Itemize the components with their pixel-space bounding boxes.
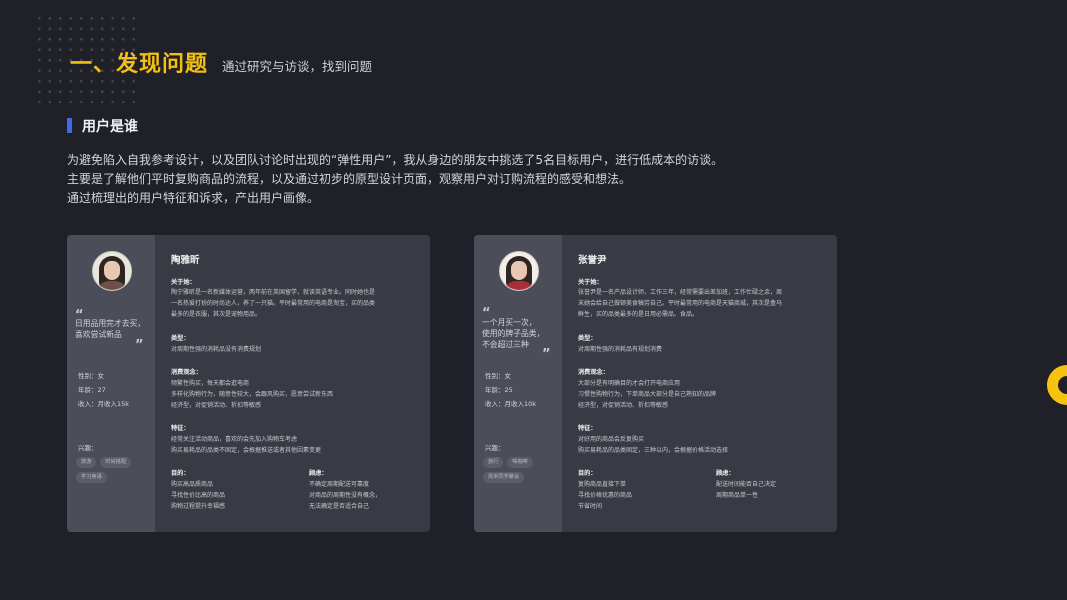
view-text: 大部分是有明确目的才会打开电商应用 习惯性购物行为，下单商品大部分是自己熟知的品… — [578, 380, 717, 409]
ring-decoration — [1047, 365, 1067, 405]
intro-line: 通过梳理出的用户特征和诉求，产出用户画像。 — [67, 191, 320, 205]
trait-text: 经常关注活动商品，喜欢的会先加入购物车考虑 购买易耗品的品类不固定，会根据推送或… — [171, 436, 322, 454]
about-text: 陶宁雅昕是一名新媒体运营，两年前在英国留学，就读英语专业。同时她也是 一名热爱打… — [171, 289, 376, 318]
goal-label: 目的： — [578, 470, 597, 477]
type-text: 对周期性强的消耗品没有消费规划 — [171, 346, 262, 353]
hobby-tag: 旅游 — [76, 457, 97, 468]
intro-line: 主要是了解他们平时复购商品的流程，以及通过初步的原型设计页面，观察用户对订购流程… — [67, 172, 632, 186]
goal-label: 目的： — [171, 470, 190, 477]
persona-name: 陶雅昕 — [171, 255, 200, 266]
hobby-tags: 旅行 喝咖啡 周末同学聚会 — [483, 457, 559, 483]
type-label: 类型： — [578, 335, 597, 342]
trait-text: 对好用的商品会反复购买 购买易耗品的品类固定，三种以内，会根据价格活动选择 — [578, 436, 729, 454]
goal-text: 复购商品直接下单 寻找价格优惠的商品 节省时间 — [578, 481, 633, 510]
section-title: 用户是谁 — [82, 119, 138, 135]
persona-card: “ 一个月买一次， 使用的牌子品类， 不会超过三种 ” 性别：女 年龄：25 收… — [474, 235, 837, 532]
persona-income: 收入：月收入10k — [485, 400, 537, 408]
type-text: 对周期性强的消耗品有规划消费 — [578, 346, 663, 353]
worry-label: 顾虑： — [309, 470, 328, 477]
view-label: 消费观念： — [578, 369, 609, 376]
goal-text: 购买高品质商品 寻找性价比高的商品 购物过程提升幸福感 — [171, 481, 226, 510]
intro-text: 为避免陷入自我参考设计，以及团队讨论时出现的“弹性用户”，我从身边的朋友中挑选了… — [67, 151, 827, 208]
hobby-tag: 旅行 — [483, 457, 504, 468]
about-text: 张誉尹是一名产品设计师，工作三年，经常需要出差加班，工作忙碌之余，周 末她会给自… — [578, 289, 783, 318]
trait-label: 特征： — [578, 425, 597, 432]
persona-gender: 性别：女 — [485, 372, 511, 380]
persona-details: 陶雅昕 关于她： 陶宁雅昕是一名新媒体运营，两年前在英国留学，就读英语专业。同时… — [171, 235, 421, 532]
type-label: 类型： — [171, 335, 190, 342]
worry-label: 顾虑： — [716, 470, 735, 477]
hobby-tags: 旅游 时尚搭配 学习英语 — [76, 457, 152, 483]
worry-text: 不确定周期配送可靠度 对商品的周期性没有概念， 无法确定是否适合自己 — [309, 481, 382, 510]
avatar — [92, 251, 132, 291]
quote-close-icon: ” — [542, 347, 551, 362]
persona-age: 年龄：25 — [485, 386, 513, 394]
persona-name: 张誉尹 — [578, 255, 607, 266]
intro-line: 为避免陷入自我参考设计，以及团队讨论时出现的“弹性用户”，我从身边的朋友中挑选了… — [67, 153, 724, 167]
hobby-tag: 周末同学聚会 — [483, 472, 525, 483]
view-text: 频繁性购买，每天都会逛电商 多样化购物行为，随意性较大，会跟风购买，愿意尝试新东… — [171, 380, 334, 409]
persona-card: “ 日用品用完才去买， 喜欢尝试新品 ” 性别：女 年龄：27 收入：月收入15… — [67, 235, 430, 532]
about-label: 关于她： — [578, 279, 603, 286]
worry-text: 配送时间能否自己决定 周期商品单一性 — [716, 481, 777, 499]
hobby-tag: 喝咖啡 — [507, 457, 533, 468]
hobby-tag: 时尚搭配 — [100, 457, 132, 468]
section-marker — [67, 118, 72, 133]
quote-close-icon: ” — [135, 338, 144, 353]
persona-details: 张誉尹 关于她： 张誉尹是一名产品设计师，工作三年，经常需要出差加班，工作忙碌之… — [578, 235, 828, 532]
persona-gender: 性别：女 — [78, 372, 104, 380]
persona-income: 收入：月收入15k — [78, 400, 130, 408]
persona-sidebar: “ 一个月买一次， 使用的牌子品类， 不会超过三种 ” 性别：女 年龄：25 收… — [474, 235, 562, 532]
hobby-label: 兴趣： — [78, 444, 98, 452]
persona-meta: 性别：女 年龄：27 收入：月收入15k — [78, 369, 129, 411]
avatar — [499, 251, 539, 291]
persona-meta: 性别：女 年龄：25 收入：月收入10k — [485, 369, 536, 411]
hobby-label: 兴趣： — [485, 444, 505, 452]
page-title: 一、发现问题 — [70, 52, 209, 77]
view-label: 消费观念： — [171, 369, 202, 376]
page-subtitle: 通过研究与访谈，找到问题 — [222, 59, 373, 74]
hobby-tag: 学习英语 — [76, 472, 107, 483]
persona-quote: 一个月买一次， 使用的牌子品类， 不会超过三种 — [482, 318, 545, 349]
about-label: 关于她： — [171, 279, 196, 286]
persona-quote: 日用品用完才去买， 喜欢尝试新品 — [75, 319, 146, 339]
page-header: 一、发现问题 通过研究与访谈，找到问题 — [70, 46, 372, 78]
persona-sidebar: “ 日用品用完才去买， 喜欢尝试新品 ” 性别：女 年龄：27 收入：月收入15… — [67, 235, 155, 532]
trait-label: 特征： — [171, 425, 190, 432]
persona-age: 年龄：27 — [78, 386, 106, 394]
